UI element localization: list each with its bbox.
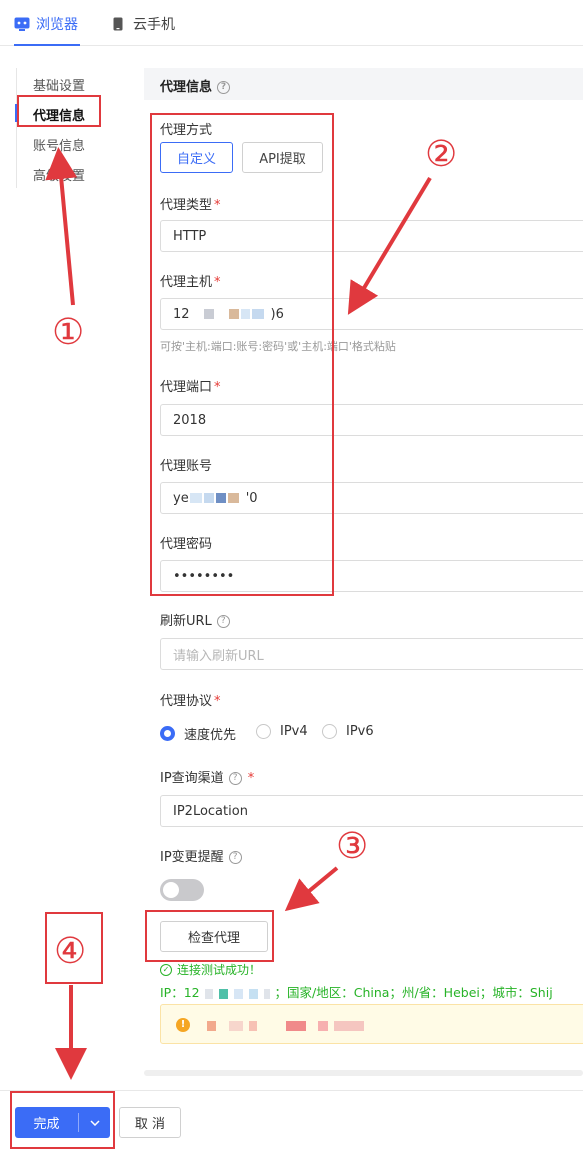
annotation-number-2: ②	[425, 134, 458, 175]
annotation-arrows	[45, 147, 432, 1080]
annotation-number-1: ①	[52, 312, 85, 353]
annotation-number-3: ③	[336, 826, 369, 867]
annotation-number-4: ④	[54, 931, 87, 972]
